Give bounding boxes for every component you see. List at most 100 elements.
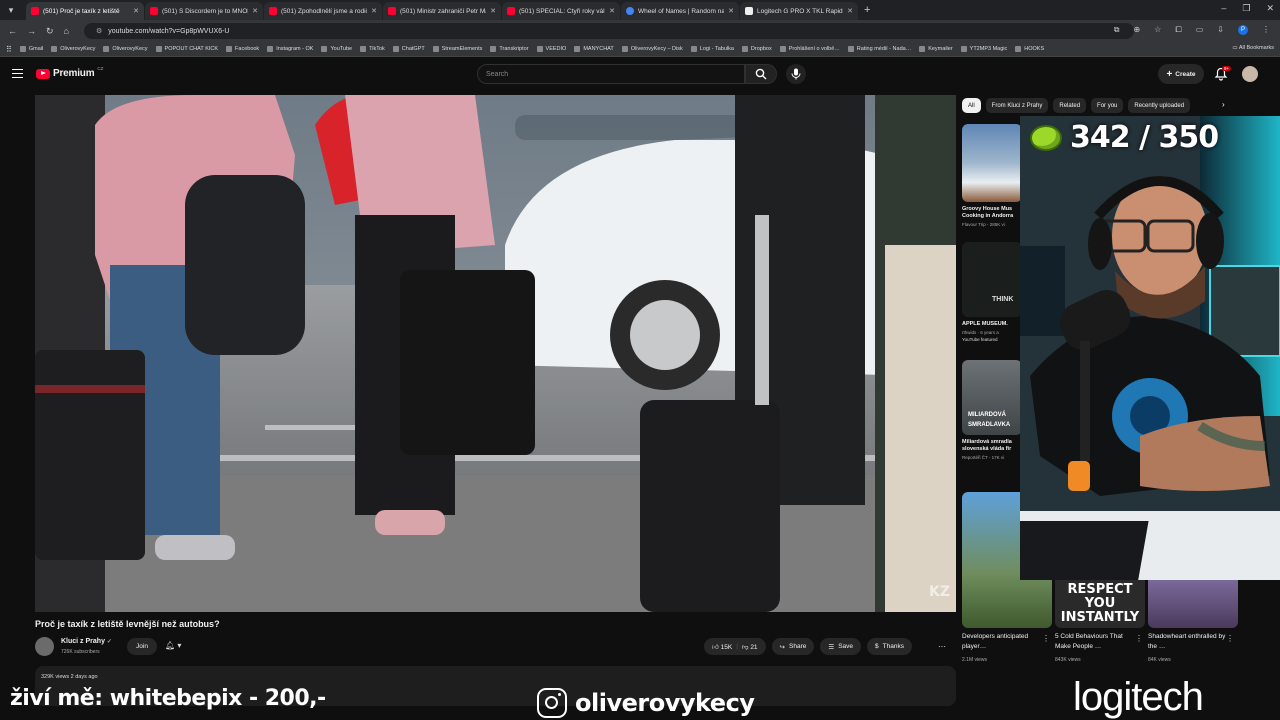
bookmark-item[interactable]: Rating médií - Nada…	[847, 46, 911, 52]
bookmark-item[interactable]: Logi - Tabulka	[690, 46, 734, 52]
related-video-3[interactable]: MILIARDOVÁ SMRADLAVKA Miliardová smradla…	[962, 360, 1022, 460]
reload-icon[interactable]: ↻	[46, 26, 54, 37]
bookmark-item[interactable]: POPOUT CHAT KICK	[155, 46, 218, 52]
url-field[interactable]: ⚙ youtube.com/watch?v=Gp8pWVUX6-U	[84, 23, 1134, 39]
back-icon[interactable]: ←	[8, 26, 17, 36]
browser-tab[interactable]: (501) Ministr zahraničí Petr Ma ✕	[383, 2, 501, 20]
close-tab-icon[interactable]: ✕	[252, 7, 258, 15]
youtube-play-icon	[36, 68, 50, 79]
bookmark-item[interactable]: Instagram - OK	[267, 46, 313, 52]
apps-icon[interactable]: ⠿	[6, 45, 12, 54]
bookmark-item[interactable]: HOOKS	[1015, 46, 1044, 52]
bookmark-item[interactable]: TikTok	[360, 46, 385, 52]
browser-tab[interactable]: (501) S Discordem je to MNOH ✕	[145, 2, 263, 20]
related-video-1[interactable]: Groovy House Mus Cooking in Andorra Flav…	[962, 124, 1022, 227]
home-icon[interactable]: ⌂	[64, 26, 69, 36]
bookmark-item[interactable]: MANYCHAT	[574, 46, 614, 52]
bookmark-item[interactable]: VEEDIO	[536, 46, 566, 52]
short-more-icon[interactable]: ⋮	[1226, 634, 1234, 643]
share-button[interactable]: ↪ Share	[771, 638, 815, 655]
related-video-title: APPLE MUSEUM.	[962, 321, 1008, 327]
video-player[interactable]: KZ	[35, 95, 956, 612]
translate-icon[interactable]: ⧉	[1114, 25, 1120, 35]
minimize-icon[interactable]: –	[1221, 3, 1226, 14]
search-icon	[755, 68, 767, 80]
verified-icon: ✓	[106, 639, 112, 645]
dislike-button[interactable]: 👎︎ 21	[742, 643, 758, 651]
bookmark-star-icon[interactable]: ☆	[1154, 25, 1161, 35]
bookmark-item[interactable]: Keymailer	[919, 46, 953, 52]
download-icon[interactable]: ⇩	[1217, 25, 1224, 35]
close-window-icon[interactable]: ✕	[1266, 3, 1274, 14]
browser-tab[interactable]: Wheel of Names | Random nam ✕	[621, 2, 739, 20]
channel-name[interactable]: Kluci z Prahy ✓	[61, 638, 112, 645]
tab-search-icon[interactable]: ▾	[4, 3, 18, 17]
bookmark-item[interactable]: OliverovyKecy	[103, 46, 148, 52]
more-actions-icon[interactable]: ⋯	[938, 642, 946, 651]
filter-chip[interactable]: Related	[1053, 98, 1087, 113]
bookmark-item[interactable]: StreamElements	[432, 46, 483, 52]
bookmark-item[interactable]: YouTube	[321, 46, 352, 52]
browser-tab[interactable]: (501) Proč je taxík z letiště ✕	[26, 2, 144, 20]
bookmark-item[interactable]: ChatGPT	[392, 46, 425, 52]
forward-icon[interactable]: →	[27, 26, 36, 36]
browser-menu-icon[interactable]: ⋮	[1262, 25, 1270, 35]
bookmark-item[interactable]: OliverovyKecy – Disk	[621, 46, 683, 52]
voice-search-button[interactable]	[786, 64, 806, 84]
thumbnail-text: SMRADLAVKA	[968, 422, 1011, 428]
browser-tab[interactable]: Logitech G PRO X TKL Rapid, b ✕	[740, 2, 858, 20]
close-tab-icon[interactable]: ✕	[371, 7, 377, 15]
save-button[interactable]: ☰ Save	[820, 638, 862, 655]
filter-chip[interactable]: All	[962, 98, 981, 113]
extensions-icon[interactable]: ⧠	[1175, 25, 1181, 35]
all-bookmarks[interactable]: ▭ All Bookmarks	[1232, 45, 1274, 51]
account-avatar[interactable]	[1242, 66, 1258, 82]
short-more-icon[interactable]: ⋮	[1135, 634, 1143, 643]
goal-counter-value: 342 / 350	[1070, 120, 1219, 155]
subscriber-count: 726K subscribers	[61, 649, 100, 655]
site-info-icon[interactable]: ⚙	[96, 27, 102, 35]
search-input[interactable]: Search	[477, 64, 745, 84]
chevron-right-icon[interactable]: ›	[1222, 100, 1225, 109]
bookmark-item[interactable]: Prohlášení o volbě…	[779, 46, 840, 52]
bookmark-label: StreamElements	[441, 46, 483, 52]
bookmark-label: ChatGPT	[401, 46, 425, 52]
bookmark-item[interactable]: YT2MP3 Magic	[960, 46, 1007, 52]
related-video-2[interactable]: THINK APPLE MUSEUM. rthwids · 6 years a …	[962, 242, 1022, 342]
channel-avatar[interactable]	[35, 637, 54, 656]
bookmark-label: OliverovyKecy	[112, 46, 148, 52]
bookmark-item[interactable]: Gmail	[19, 46, 43, 52]
thanks-button[interactable]: $ Thanks	[867, 638, 912, 655]
menu-icon[interactable]	[12, 69, 23, 78]
like-button[interactable]: 👍︎ 15K	[712, 643, 732, 651]
bookmark-favicon-icon	[574, 46, 581, 52]
video-frame	[35, 95, 956, 612]
zoom-icon[interactable]: ⊕	[1133, 25, 1140, 35]
logitech-icon	[745, 7, 753, 15]
filter-chip[interactable]: For you	[1091, 98, 1124, 113]
create-button[interactable]: + Create	[1158, 64, 1204, 84]
browser-tab[interactable]: (501) Zpohodlnělí jsme a rodič ✕	[264, 2, 382, 20]
profile-avatar[interactable]: P	[1238, 25, 1248, 35]
bookmark-item[interactable]: OliverovyKecy	[51, 46, 95, 52]
bookmark-item[interactable]: Facebook	[226, 46, 259, 52]
new-tab-icon[interactable]: +	[864, 4, 870, 16]
bookmark-item[interactable]: Transkriptor	[490, 46, 529, 52]
close-tab-icon[interactable]: ✕	[133, 7, 139, 15]
short-more-icon[interactable]: ⋮	[1042, 634, 1050, 643]
bookmark-item[interactable]: Dropbox	[741, 46, 772, 52]
thanks-icon: $	[875, 643, 879, 650]
subscribe-bell-icon[interactable]: 🔔︎ ▾	[165, 641, 181, 650]
close-tab-icon[interactable]: ✕	[847, 7, 853, 15]
browser-tab[interactable]: (501) SPECIÁL: Čtyři roky války ✕	[502, 2, 620, 20]
close-tab-icon[interactable]: ✕	[728, 7, 734, 15]
youtube-logo[interactable]: Premium CZ	[36, 66, 103, 79]
search-button[interactable]	[745, 64, 777, 84]
sidebar-icon[interactable]: ▭	[1196, 25, 1204, 35]
close-tab-icon[interactable]: ✕	[490, 7, 496, 15]
maximize-icon[interactable]: ❐	[1242, 3, 1250, 14]
filter-chip[interactable]: From Kluci z Prahy	[985, 98, 1049, 113]
filter-chip[interactable]: Recently uploaded	[1128, 98, 1191, 113]
close-tab-icon[interactable]: ✕	[609, 7, 615, 15]
join-button[interactable]: Join	[127, 638, 157, 655]
